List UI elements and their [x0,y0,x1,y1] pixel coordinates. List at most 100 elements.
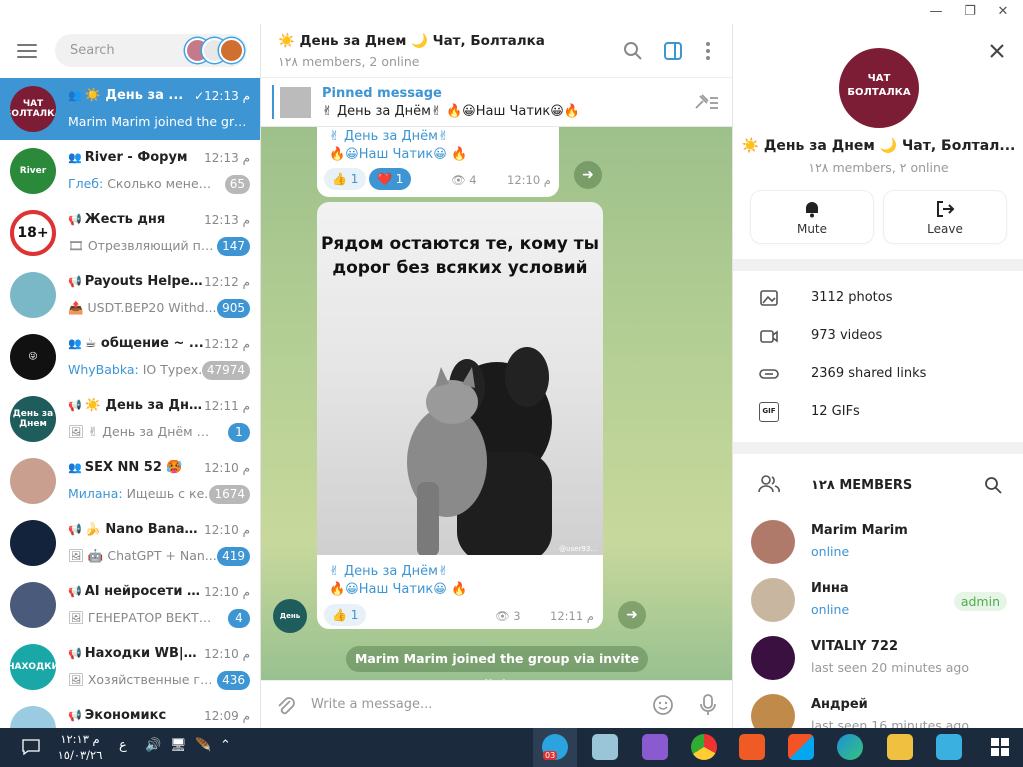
close-window-button[interactable]: ✕ [988,2,1018,22]
system-clock[interactable]: م ١٢:١٣ ١٥/٠٣/٢٦ [56,731,104,763]
forward-icon[interactable]: ➜ [574,161,602,189]
chat-title: Жесть дня [84,212,166,227]
more-options-icon[interactable] [697,40,719,62]
chat-type-icon: 👥 [68,461,82,474]
volume-icon[interactable]: 🔊 [145,738,161,753]
chat-name: 👥 SEX NN 52 🥵 [68,460,204,475]
group-avatar: ЧАТ БОЛТАЛКА [839,48,919,128]
microphone-icon[interactable] [697,693,719,717]
emoji-icon[interactable] [652,694,674,716]
feather-tray-icon[interactable]: 🪶 [195,738,211,753]
chat-preview: 🎞 Отрезвляющий пе... [68,238,218,254]
telegram-window: — ❐ ✕ Search ЧАТ БОЛТАЛКА👥☀️ День за ...… [0,0,1023,767]
chat-item[interactable]: День за Днем 📢 ☀️ День за Дне... م 12:11 🖼 ✌… [0,388,260,450]
chat-avatar [10,272,56,318]
attach-icon[interactable] [275,695,297,717]
notepad-icon[interactable] [592,734,618,760]
member-row[interactable]: VITALIY 722 last seen 20 minutes ago [733,632,1023,690]
forward-icon[interactable]: ➜ [618,601,646,629]
stories-avatars[interactable] [185,38,245,63]
chat-time: م 12:10 [204,585,250,599]
chat-message: 🖼 🤖 ChatGPT + Nan... [68,548,217,563]
member-name: Инна [811,581,849,596]
windows-start-icon[interactable] [987,734,1013,760]
minimize-button[interactable]: — [921,2,951,22]
leave-button[interactable]: Leave [884,191,1006,243]
telegram-taskbar-item[interactable]: 03 [533,728,577,767]
conversation-panel: ☀️ День за Днем 🌙 Чат, Болталка ١٢٨ memb… [261,24,732,728]
chat-preview: Милана: Ищешь с ке... [68,486,218,501]
chat-type-icon: 📢 [68,647,82,660]
member-row[interactable]: Андрей last seen 16 minutes ago [733,690,1023,728]
pinned-title: Pinned message [322,86,442,101]
mute-button[interactable]: Mute [751,191,873,243]
feather-icon[interactable] [642,734,668,760]
photo-credit: @user93... [559,545,597,553]
chat-title[interactable]: ☀️ День за Днем 🌙 Чат, Болталка [278,33,545,49]
message-input[interactable]: Write a message... [311,697,432,712]
brave-icon[interactable] [739,734,765,760]
chrome-icon[interactable] [691,734,717,760]
service-message: Marim Marim joined the group via invite … [346,646,648,692]
chat-avatar [10,706,56,728]
chat-title: Payouts Helper™ [84,274,204,289]
search-members-icon[interactable] [984,476,1002,494]
chat-type-icon: 📢 [68,585,82,598]
chat-title: River - Форум [84,150,188,165]
member-status: online [811,544,850,559]
member-avatar [751,636,795,680]
reaction-thumbs-up[interactable]: 👍 1 [324,604,367,626]
message-bubble[interactable]: ✌ День за Днём✌ 🔥😀Наш Чатик😀 🔥 👍 1 ❤️ 1 … [317,127,559,197]
search-input[interactable]: Search [55,34,247,67]
language-indicator[interactable]: ع [119,738,127,753]
chat-type-icon: 📢 [68,213,82,226]
chat-list-panel: Search ЧАТ БОЛТАЛКА👥☀️ День за ...✓12:13… [0,24,261,728]
sidebar-toggle-icon[interactable] [662,40,684,62]
network-icon[interactable]: 🖥 [170,738,187,753]
file-explorer-icon[interactable] [887,734,913,760]
member-status: last seen 16 minutes ago [811,718,970,728]
chat-type-icon: 👥 [68,151,82,164]
chat-item[interactable]: 📢 🍌 Nano Banan... م 12:10 🖼 🤖 ChatGPT + Nan… [0,512,260,574]
chat-item[interactable]: 📢 AI нейросети и ... م 12:10 🖼 ГЕНЕРАТОР ВЕ… [0,574,260,636]
reaction-thumbs-up[interactable]: 👍 1 [324,168,367,190]
chat-title: SEX NN 52 🥵 [84,460,183,475]
chat-subtitle: ١٢٨ members, 2 online [278,54,420,69]
chat-time: م 12:10 [204,647,250,661]
pinned-message-bar[interactable]: Pinned message ✌ День за Днём✌ 🔥😀Наш Чат… [261,78,732,127]
chat-title: ☕ общение ~ ... [84,336,204,351]
show-hidden-icons[interactable]: ⌃ [220,738,231,753]
chat-item[interactable]: 18+ 📢 Жесть дня م 12:13 🎞 Отрезвляющий пе...… [0,202,260,264]
member-row[interactable]: Marim Marim online [733,516,1023,574]
chat-item[interactable]: 😜 👥 ☕ общение ~ ... م 12:12 WhyBabka: IO Тур… [0,326,260,388]
unread-badge: 1674 [209,485,250,504]
clock-date: ١٥/٠٣/٢٦ [57,748,103,762]
maximize-button[interactable]: ❐ [955,2,985,22]
store-icon[interactable] [788,734,814,760]
pinned-list-icon[interactable] [693,92,719,112]
close-icon[interactable] [988,42,1006,60]
message-bubble[interactable]: ✌ День за Днём✌ 🔥😀Наш Чатик😀 🔥 👍 1 👁 3 م… [317,555,603,629]
chat-item[interactable]: 📢 Экономикс م 12:09 [0,698,260,728]
chat-item[interactable]: НАХОДКИ 📢Находки WB|OZ...م 12:10 🖼 Хозяйст… [0,636,260,698]
sender-avatar[interactable]: День [273,599,307,633]
chat-item[interactable]: ЧАТ БОЛТАЛКА👥☀️ День за ...✓12:13 مMarim… [0,78,260,140]
chat-title: AI нейросети и ... [84,584,204,599]
info-panel: ЧАТ БОЛТАЛКА ☀️ День за Днем 🌙 Чат, Болт… [732,24,1023,728]
message-line: ✌ День за Днём✌ [329,564,449,579]
gifs-row[interactable]: GIF 12 GIFs [733,393,1023,431]
videos-row[interactable]: 973 videos [733,317,1023,355]
chat-item[interactable]: 👥 SEX NN 52 🥵 م 12:10 Милана: Ищешь с ке...… [0,450,260,512]
member-row[interactable]: Инна online admin [733,574,1023,632]
chat-item[interactable]: 📢 Payouts Helper™ م 12:12 📤 USDT.BEP20 With… [0,264,260,326]
game-icon[interactable] [936,734,962,760]
chat-item[interactable]: River 👥 River - Форум م 12:13 Глеб: Сколько … [0,140,260,202]
links-row[interactable]: 2369 shared links [733,355,1023,393]
photos-row[interactable]: 3112 photos [733,279,1023,317]
reaction-heart[interactable]: ❤️ 1 [369,168,412,190]
menu-icon[interactable] [17,44,37,58]
notifications-icon[interactable] [22,739,40,755]
photo-attachment[interactable]: Рядом остаются те, кому ты дорог без вся… [317,202,603,555]
edge-icon[interactable] [837,734,863,760]
search-icon[interactable] [622,40,644,62]
